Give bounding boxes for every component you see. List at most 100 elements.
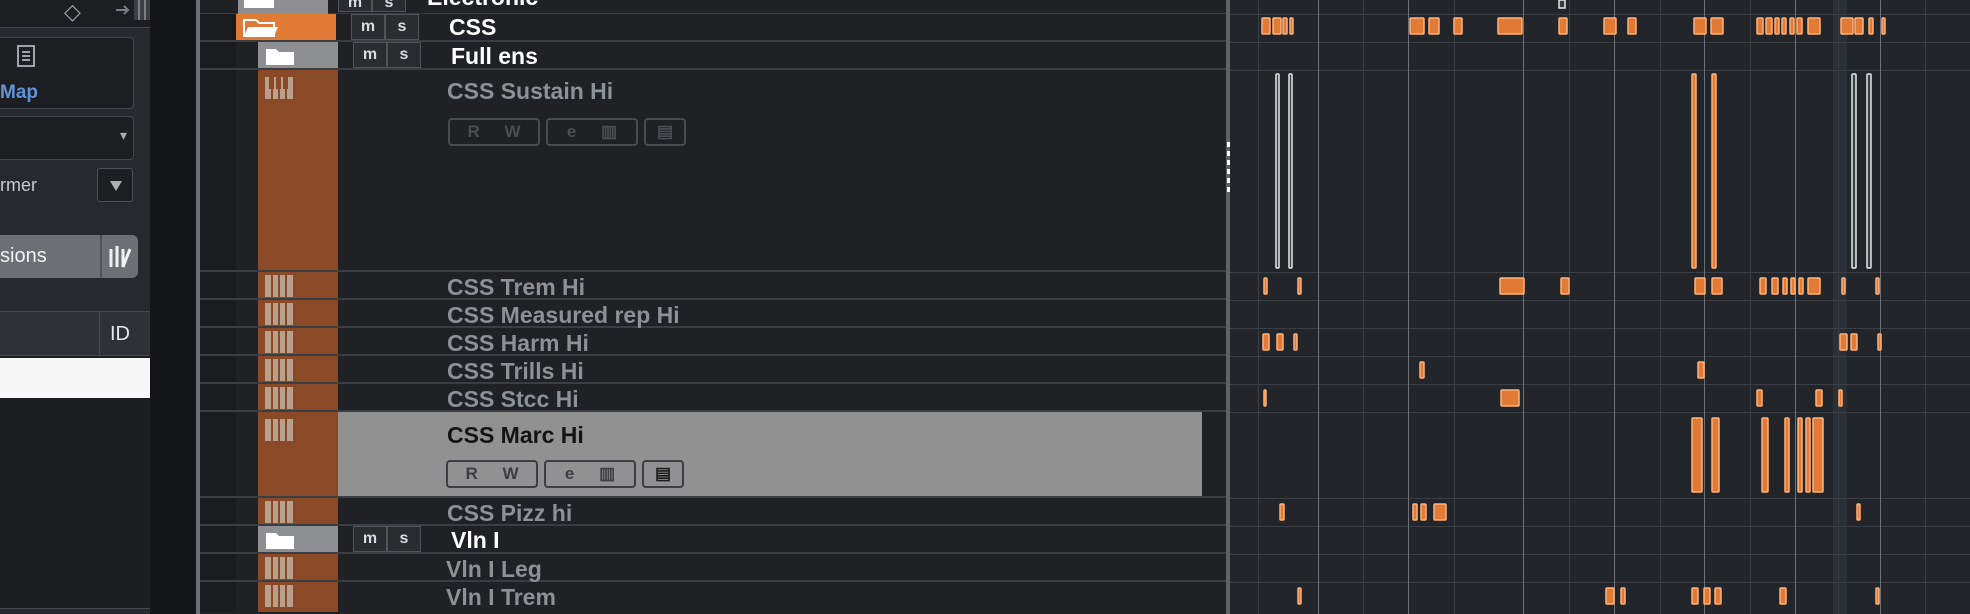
midi-event[interactable] (1807, 277, 1821, 295)
track-css-trills-hi[interactable]: CSS Trills Hi (200, 356, 1226, 384)
inspector-dropdown[interactable]: ▾ (0, 116, 134, 160)
arrange-events-canvas[interactable] (1230, 0, 1970, 614)
expression-map-icon[interactable] (108, 243, 132, 271)
track-name[interactable]: Full ens (451, 43, 538, 70)
track-name[interactable]: CSS Marc Hi (447, 422, 584, 449)
expressions-button[interactable]: sions (0, 235, 138, 278)
midi-event[interactable] (1710, 17, 1724, 35)
midi-event[interactable] (1419, 361, 1425, 379)
diamond-icon[interactable]: ◇ (64, 0, 81, 25)
midi-event[interactable] (1276, 333, 1284, 351)
midi-event[interactable] (1866, 73, 1872, 269)
solo-button[interactable]: s (387, 526, 421, 552)
midi-event[interactable] (1620, 587, 1626, 605)
midi-event[interactable] (1875, 277, 1880, 295)
midi-event[interactable] (1850, 333, 1858, 351)
transformer-dropdown-button[interactable] (97, 168, 133, 202)
midi-event[interactable] (1703, 587, 1711, 605)
track-name[interactable]: CSS Pizz hi (447, 500, 572, 527)
midi-event[interactable] (1771, 277, 1779, 295)
solo-button[interactable]: s (372, 0, 406, 12)
midi-event[interactable] (1420, 503, 1427, 521)
piano-icon[interactable]: ▥ (599, 464, 615, 483)
midi-event[interactable] (1774, 17, 1780, 35)
midi-event[interactable] (1693, 17, 1707, 35)
midi-event[interactable] (1497, 17, 1523, 35)
midi-event[interactable] (1856, 503, 1861, 521)
track-name[interactable]: CSS Stcc Hi (447, 386, 579, 413)
id-column-header[interactable]: ID (110, 323, 130, 346)
midi-event[interactable] (1815, 389, 1823, 407)
map-label[interactable]: Map (0, 82, 38, 104)
midi-event[interactable] (1805, 417, 1811, 493)
track-folder-css[interactable]: m s CSS (200, 14, 1226, 42)
midi-event[interactable] (1756, 389, 1763, 407)
track-name[interactable]: Vln I Trem (446, 584, 556, 611)
midi-event[interactable] (1756, 17, 1764, 35)
track-css-stcc-hi[interactable]: CSS Stcc Hi (200, 384, 1226, 412)
solo-button[interactable]: s (385, 14, 419, 40)
midi-event[interactable] (1840, 17, 1854, 35)
midi-event[interactable] (1761, 417, 1769, 493)
midi-event[interactable] (1697, 361, 1705, 379)
track-folder-vln-i[interactable]: m s Vln I (200, 526, 1226, 554)
track-name[interactable]: Vln I Leg (446, 556, 542, 583)
midi-event[interactable] (1691, 417, 1703, 493)
midi-event[interactable] (1279, 503, 1285, 521)
midi-event[interactable] (1288, 73, 1293, 269)
midi-event[interactable] (1765, 17, 1773, 35)
midi-event[interactable] (1603, 17, 1617, 35)
track-css-measured-rep-hi[interactable]: CSS Measured rep Hi (200, 300, 1226, 328)
track-name[interactable]: CSS (449, 14, 496, 41)
midi-event[interactable] (1433, 503, 1447, 521)
midi-event[interactable] (1868, 17, 1874, 35)
midi-event[interactable] (1790, 277, 1796, 295)
midi-event[interactable] (1782, 277, 1788, 295)
midi-event[interactable] (1289, 17, 1294, 35)
track-css-sustain-hi[interactable]: CSS Sustain Hi R W e ▥ ▤ (200, 70, 1226, 272)
lane-button[interactable]: ▤ (642, 460, 684, 488)
midi-event[interactable] (1691, 587, 1699, 605)
midi-event[interactable] (1272, 17, 1282, 35)
midi-event[interactable] (1428, 17, 1440, 35)
solo-button[interactable]: s (387, 42, 421, 68)
track-name[interactable]: CSS Sustain Hi (447, 78, 613, 105)
track-css-pizz-hi[interactable]: CSS Pizz hi (200, 498, 1226, 526)
folder-icon[interactable] (262, 45, 300, 67)
midi-event[interactable] (1711, 277, 1723, 295)
midi-event[interactable] (1789, 17, 1795, 35)
midi-event[interactable] (1714, 587, 1722, 605)
midi-event[interactable] (1262, 333, 1270, 351)
project-arrange-area[interactable] (1230, 0, 1970, 614)
midi-event[interactable] (1297, 587, 1302, 605)
midi-event[interactable] (1263, 389, 1267, 407)
mute-button[interactable]: m (353, 526, 387, 552)
midi-event[interactable] (1558, 17, 1568, 35)
midi-event[interactable] (1558, 0, 1566, 9)
midi-event[interactable] (1627, 17, 1637, 35)
track-css-harm-hi[interactable]: CSS Harm Hi (200, 328, 1226, 356)
read-button[interactable]: R (465, 464, 477, 483)
lane-button[interactable]: ▤ (644, 118, 686, 146)
midi-event[interactable] (1412, 503, 1418, 521)
track-css-trem-hi[interactable]: CSS Trem Hi (200, 272, 1226, 300)
track-name[interactable]: CSS Measured rep Hi (447, 302, 680, 329)
midi-event[interactable] (1453, 17, 1463, 35)
read-button[interactable]: R (467, 122, 479, 141)
midi-event[interactable] (1297, 277, 1302, 295)
write-button[interactable]: W (504, 122, 520, 141)
midi-event[interactable] (1841, 277, 1846, 295)
midi-event[interactable] (1282, 17, 1288, 35)
track-css-marc-hi[interactable]: CSS Marc Hi R W e ▥ ▤ (200, 412, 1226, 498)
track-vln-i-leg[interactable]: Vln I Leg (200, 554, 1226, 582)
track-name[interactable]: CSS Trem Hi (447, 274, 585, 301)
track-name[interactable]: CSS Trills Hi (447, 358, 584, 385)
midi-event[interactable] (1275, 73, 1280, 269)
piano-icon[interactable]: ▥ (601, 122, 617, 141)
midi-event[interactable] (1797, 417, 1803, 493)
midi-event[interactable] (1838, 389, 1843, 407)
midi-event[interactable] (1560, 277, 1570, 295)
midi-event[interactable] (1798, 277, 1804, 295)
mute-button[interactable]: m (353, 42, 387, 68)
midi-event[interactable] (1605, 587, 1615, 605)
